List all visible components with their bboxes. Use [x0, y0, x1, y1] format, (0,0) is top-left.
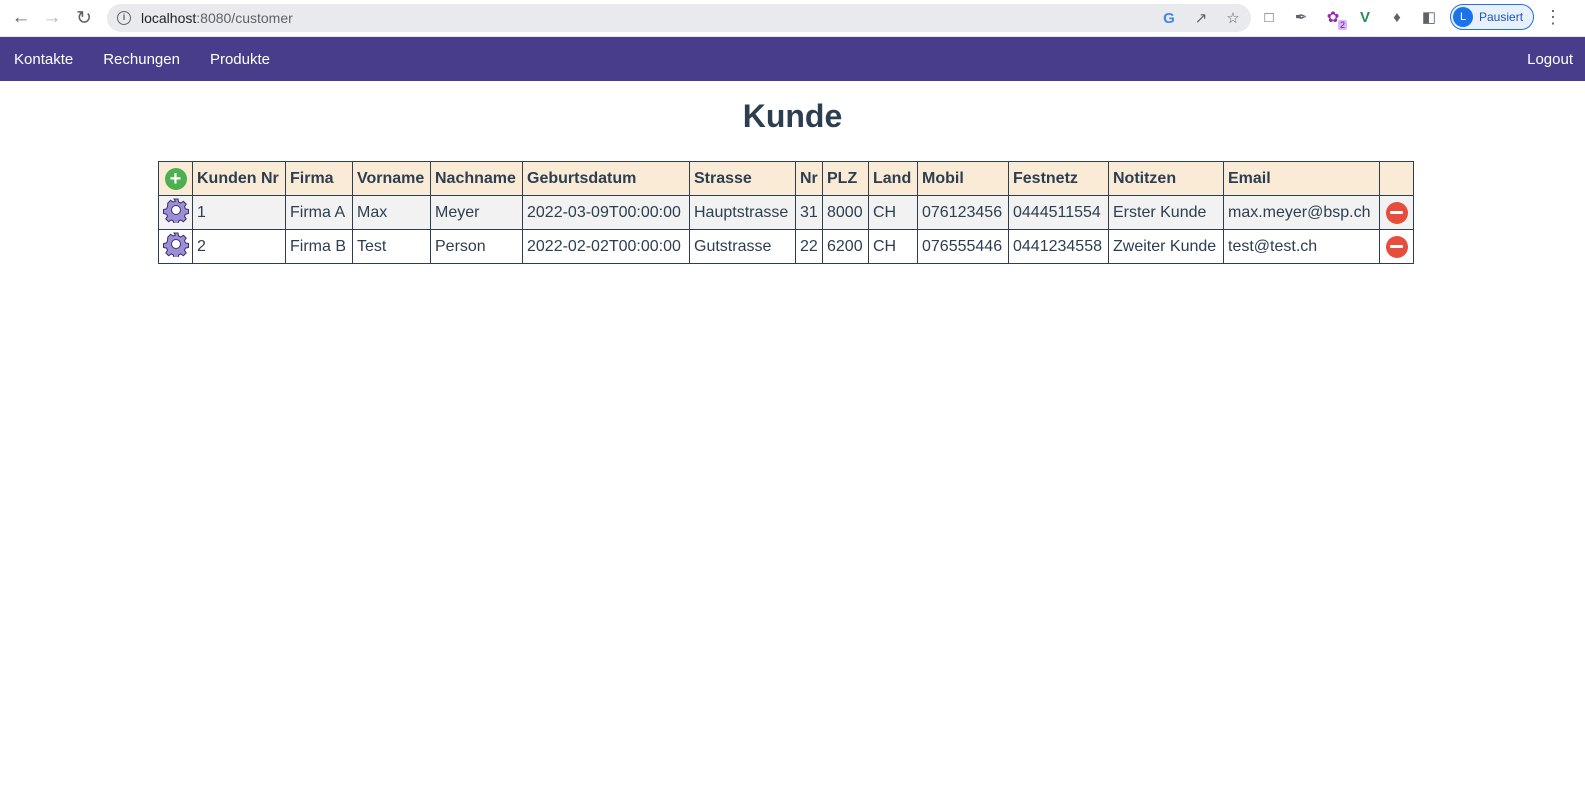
- url-path: :8080/customer: [196, 10, 293, 26]
- col-header: Vorname: [352, 161, 431, 196]
- col-header: Email: [1223, 161, 1380, 196]
- col-header: Geburtsdatum: [522, 161, 690, 196]
- delete-icon[interactable]: [1385, 201, 1408, 224]
- url-text: localhost:8080/customer: [141, 10, 293, 26]
- edit-cell: [158, 229, 193, 264]
- col-header: PLZ: [822, 161, 869, 196]
- gear-icon[interactable]: [162, 197, 189, 223]
- cell-nachname: Person: [430, 229, 523, 264]
- col-header: Nachname: [430, 161, 523, 196]
- col-header: Strasse: [689, 161, 796, 196]
- info-icon[interactable]: i: [117, 11, 131, 25]
- cell-vorname: Max: [352, 195, 431, 230]
- cell-geburtsdatum: 2022-02-02T00:00:00: [522, 229, 690, 264]
- table-row: 2 Firma B Test Person 2022-02-02T00:00:0…: [158, 229, 1414, 264]
- cell-festnetz: 0441234558: [1008, 229, 1109, 264]
- gear-icon[interactable]: [162, 231, 189, 257]
- col-header: Firma: [285, 161, 353, 196]
- cell-plz: 6200: [822, 229, 869, 264]
- address-bar[interactable]: i localhost:8080/customer G ↗ ☆: [107, 4, 1251, 32]
- cell-mobil: 076123456: [917, 195, 1009, 230]
- vue-icon[interactable]: V: [1354, 6, 1376, 28]
- profile-status: Pausiert: [1479, 10, 1524, 24]
- page-icon[interactable]: □: [1258, 6, 1280, 28]
- col-header: Notitzen: [1108, 161, 1224, 196]
- cell-strasse: Gutstrasse: [689, 229, 796, 264]
- cell-nr: 31: [795, 195, 823, 230]
- logout-link[interactable]: Logout: [1527, 51, 1573, 68]
- profile-button[interactable]: L Pausiert: [1450, 4, 1535, 30]
- side-panel-icon[interactable]: ◧: [1418, 6, 1440, 28]
- cell-vorname: Test: [352, 229, 431, 264]
- cell-plz: 8000: [822, 195, 869, 230]
- puzzle-icon[interactable]: ♦: [1386, 6, 1408, 28]
- forward-icon[interactable]: →: [37, 3, 67, 33]
- col-header: Land: [868, 161, 918, 196]
- customer-table: + Kunden Nr Firma Vorname Nachname Gebur…: [158, 161, 1414, 264]
- cell-mobil: 076555446: [917, 229, 1009, 264]
- add-customer-icon[interactable]: +: [164, 167, 187, 190]
- cell-land: CH: [868, 195, 918, 230]
- edit-cell: [158, 195, 193, 230]
- delete-icon[interactable]: [1385, 235, 1408, 258]
- cell-nr: 22: [795, 229, 823, 264]
- nav-links: Kontakte Rechungen Produkte: [14, 51, 270, 68]
- col-header: Festnetz: [1008, 161, 1109, 196]
- cell-nachname: Meyer: [430, 195, 523, 230]
- cell-kunden-nr: 2: [192, 229, 286, 264]
- cell-notitzen: Erster Kunde: [1108, 195, 1224, 230]
- cell-email: max.meyer@bsp.ch: [1223, 195, 1380, 230]
- col-header: Kunden Nr: [192, 161, 286, 196]
- avatar: L: [1453, 7, 1473, 27]
- cell-kunden-nr: 1: [192, 195, 286, 230]
- extension-icon[interactable]: ✿ 2: [1322, 6, 1347, 30]
- cell-notitzen: Zweiter Kunde: [1108, 229, 1224, 264]
- url-host: localhost: [141, 10, 197, 26]
- cell-geburtsdatum: 2022-03-09T00:00:00: [522, 195, 690, 230]
- kebab-menu-icon[interactable]: ⋮: [1544, 7, 1562, 28]
- add-cell: +: [158, 161, 193, 196]
- app-navbar: Kontakte Rechungen Produkte Logout: [0, 37, 1585, 81]
- cell-land: CH: [868, 229, 918, 264]
- delete-header-cell: [1379, 161, 1414, 196]
- back-icon[interactable]: ←: [6, 3, 36, 33]
- extension-badge: 2: [1337, 20, 1347, 30]
- eyedropper-icon[interactable]: ✒: [1290, 6, 1312, 28]
- share-icon[interactable]: ↗: [1191, 8, 1211, 28]
- reload-icon[interactable]: ↻: [69, 3, 99, 33]
- cell-email: test@test.ch: [1223, 229, 1380, 264]
- delete-cell: [1379, 229, 1414, 264]
- table-header-row: + Kunden Nr Firma Vorname Nachname Gebur…: [158, 161, 1414, 196]
- google-icon[interactable]: G: [1159, 8, 1179, 28]
- page-title: Kunde: [742, 98, 843, 134]
- table-row: 1 Firma A Max Meyer 2022-03-09T00:00:00 …: [158, 195, 1414, 230]
- cell-strasse: Hauptstrasse: [689, 195, 796, 230]
- delete-cell: [1379, 195, 1414, 230]
- cell-firma: Firma A: [285, 195, 353, 230]
- cell-festnetz: 0444511554: [1008, 195, 1109, 230]
- nav-link-rechungen[interactable]: Rechungen: [103, 51, 180, 68]
- bookmark-star-icon[interactable]: ☆: [1223, 8, 1243, 28]
- browser-toolbar: ← → ↻ i localhost:8080/customer G ↗ ☆ □ …: [0, 0, 1585, 37]
- customer-table-wrap: + Kunden Nr Firma Vorname Nachname Gebur…: [158, 161, 1414, 264]
- col-header: Mobil: [917, 161, 1009, 196]
- col-header: Nr: [795, 161, 823, 196]
- nav-link-kontakte[interactable]: Kontakte: [14, 51, 73, 68]
- nav-link-produkte[interactable]: Produkte: [210, 51, 270, 68]
- cell-firma: Firma B: [285, 229, 353, 264]
